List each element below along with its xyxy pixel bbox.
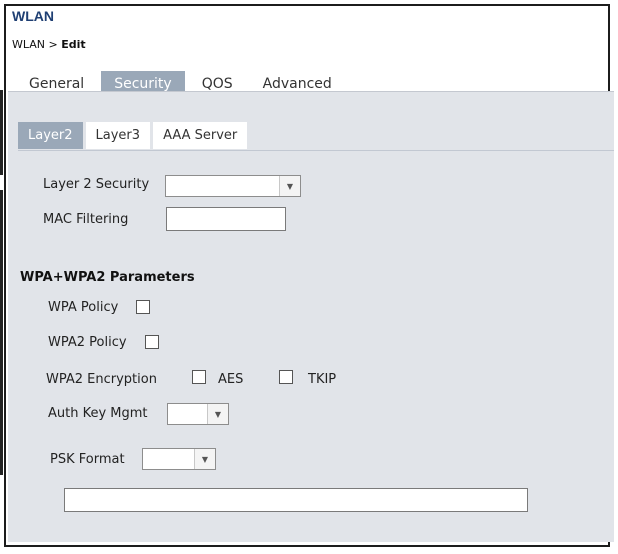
page-title: WLAN	[12, 8, 54, 24]
breadcrumb-parent[interactable]: WLAN	[12, 38, 45, 51]
wpa2-policy-checkbox[interactable]	[145, 335, 159, 349]
mac-filtering-input[interactable]	[166, 207, 286, 231]
chevron-down-icon[interactable]: ▼	[279, 176, 300, 196]
left-edge-marker	[0, 90, 3, 175]
mac-filtering-label: MAC Filtering	[43, 212, 129, 227]
sub-tabs: Layer2 Layer3 AAA Server	[18, 122, 614, 151]
tab-layer3[interactable]: Layer3	[85, 122, 151, 149]
psk-key-input[interactable]	[64, 488, 528, 512]
wpa-section-title: WPA+WPA2 Parameters	[20, 270, 195, 285]
tab-layer2[interactable]: Layer2	[18, 122, 83, 149]
breadcrumb-current: Edit	[61, 38, 86, 51]
layer2-security-select[interactable]: ▼	[165, 175, 301, 197]
wpa2-encryption-label: WPA2 Encryption	[46, 372, 157, 387]
tkip-checkbox[interactable]	[279, 370, 293, 384]
left-edge-marker	[0, 190, 3, 475]
security-panel: Layer2 Layer3 AAA Server Layer 2 Securit…	[8, 91, 614, 542]
psk-format-label: PSK Format	[50, 452, 125, 467]
auth-key-mgmt-select[interactable]: ▼	[167, 403, 229, 425]
aes-label: AES	[218, 372, 244, 387]
wpa-policy-label: WPA Policy	[48, 300, 119, 315]
chevron-down-icon[interactable]: ▼	[194, 449, 215, 469]
psk-format-select[interactable]: ▼	[142, 448, 216, 470]
chevron-down-icon[interactable]: ▼	[207, 404, 228, 424]
aes-checkbox[interactable]	[192, 370, 206, 384]
breadcrumb: WLAN > Edit	[12, 38, 86, 51]
tab-aaa-server[interactable]: AAA Server	[153, 122, 248, 149]
tkip-label: TKIP	[308, 372, 337, 387]
auth-key-mgmt-label: Auth Key Mgmt	[48, 406, 148, 421]
breadcrumb-separator: >	[48, 38, 58, 51]
wpa2-policy-label: WPA2 Policy	[48, 335, 127, 350]
layer2-security-label: Layer 2 Security	[43, 177, 150, 192]
wpa-policy-checkbox[interactable]	[136, 300, 150, 314]
